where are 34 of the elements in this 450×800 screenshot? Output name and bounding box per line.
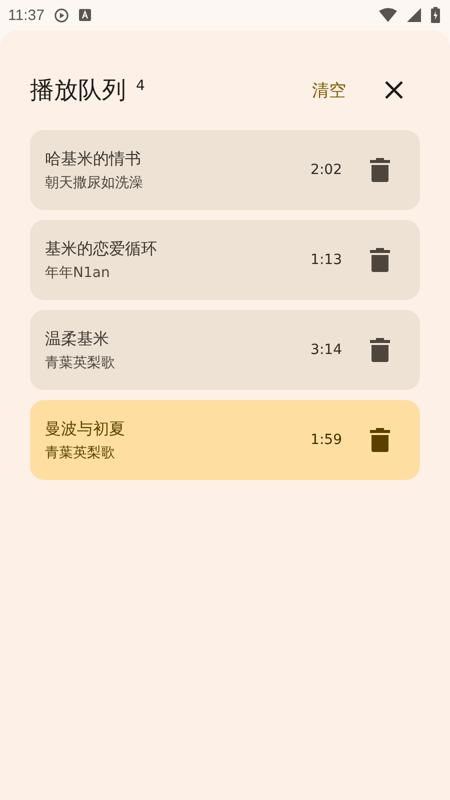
- trash-icon: [370, 428, 390, 452]
- song-title: 哈基米的情书: [45, 148, 142, 170]
- song-title: 曼波与初夏: [45, 418, 126, 440]
- song-artist: 青葉英梨歌: [45, 354, 116, 372]
- play-icon: [54, 8, 70, 22]
- status-time: 11:37: [8, 6, 44, 24]
- wifi-icon: [379, 8, 397, 22]
- delete-button[interactable]: [370, 338, 390, 362]
- queue-item[interactable]: 温柔基米 青葉英梨歌 3:14: [30, 310, 420, 390]
- keyboard-icon: [79, 9, 92, 21]
- sheet-title: 播放队列: [30, 75, 126, 106]
- song-duration: 1:59: [310, 432, 342, 448]
- trash-icon: [370, 338, 390, 362]
- delete-button[interactable]: [370, 248, 390, 272]
- signal-icon: [407, 8, 421, 22]
- song-artist: 年年N1an: [45, 264, 111, 282]
- queue-count: 4: [136, 78, 145, 94]
- close-icon: [384, 80, 404, 100]
- trash-icon: [370, 158, 390, 182]
- song-artist: 青葉英梨歌: [45, 444, 116, 462]
- song-title: 基米的恋爱循环: [45, 238, 158, 260]
- song-title: 温柔基米: [45, 328, 110, 350]
- queue-item[interactable]: 曼波与初夏 青葉英梨歌 1:59: [30, 400, 420, 480]
- song-duration: 1:13: [310, 252, 342, 268]
- song-duration: 3:14: [310, 342, 342, 358]
- battery-icon: [431, 7, 440, 23]
- trash-icon: [370, 248, 390, 272]
- song-artist: 朝天撒尿如洗澡: [45, 174, 144, 192]
- queue-item[interactable]: 哈基米的情书 朝天撒尿如洗澡 2:02: [30, 130, 420, 210]
- delete-button[interactable]: [370, 428, 390, 452]
- queue-item[interactable]: 基米的恋爱循环 年年N1an 1:13: [30, 220, 420, 300]
- delete-button[interactable]: [370, 158, 390, 182]
- song-duration: 2:02: [310, 162, 342, 178]
- clear-button[interactable]: 清空: [306, 74, 352, 106]
